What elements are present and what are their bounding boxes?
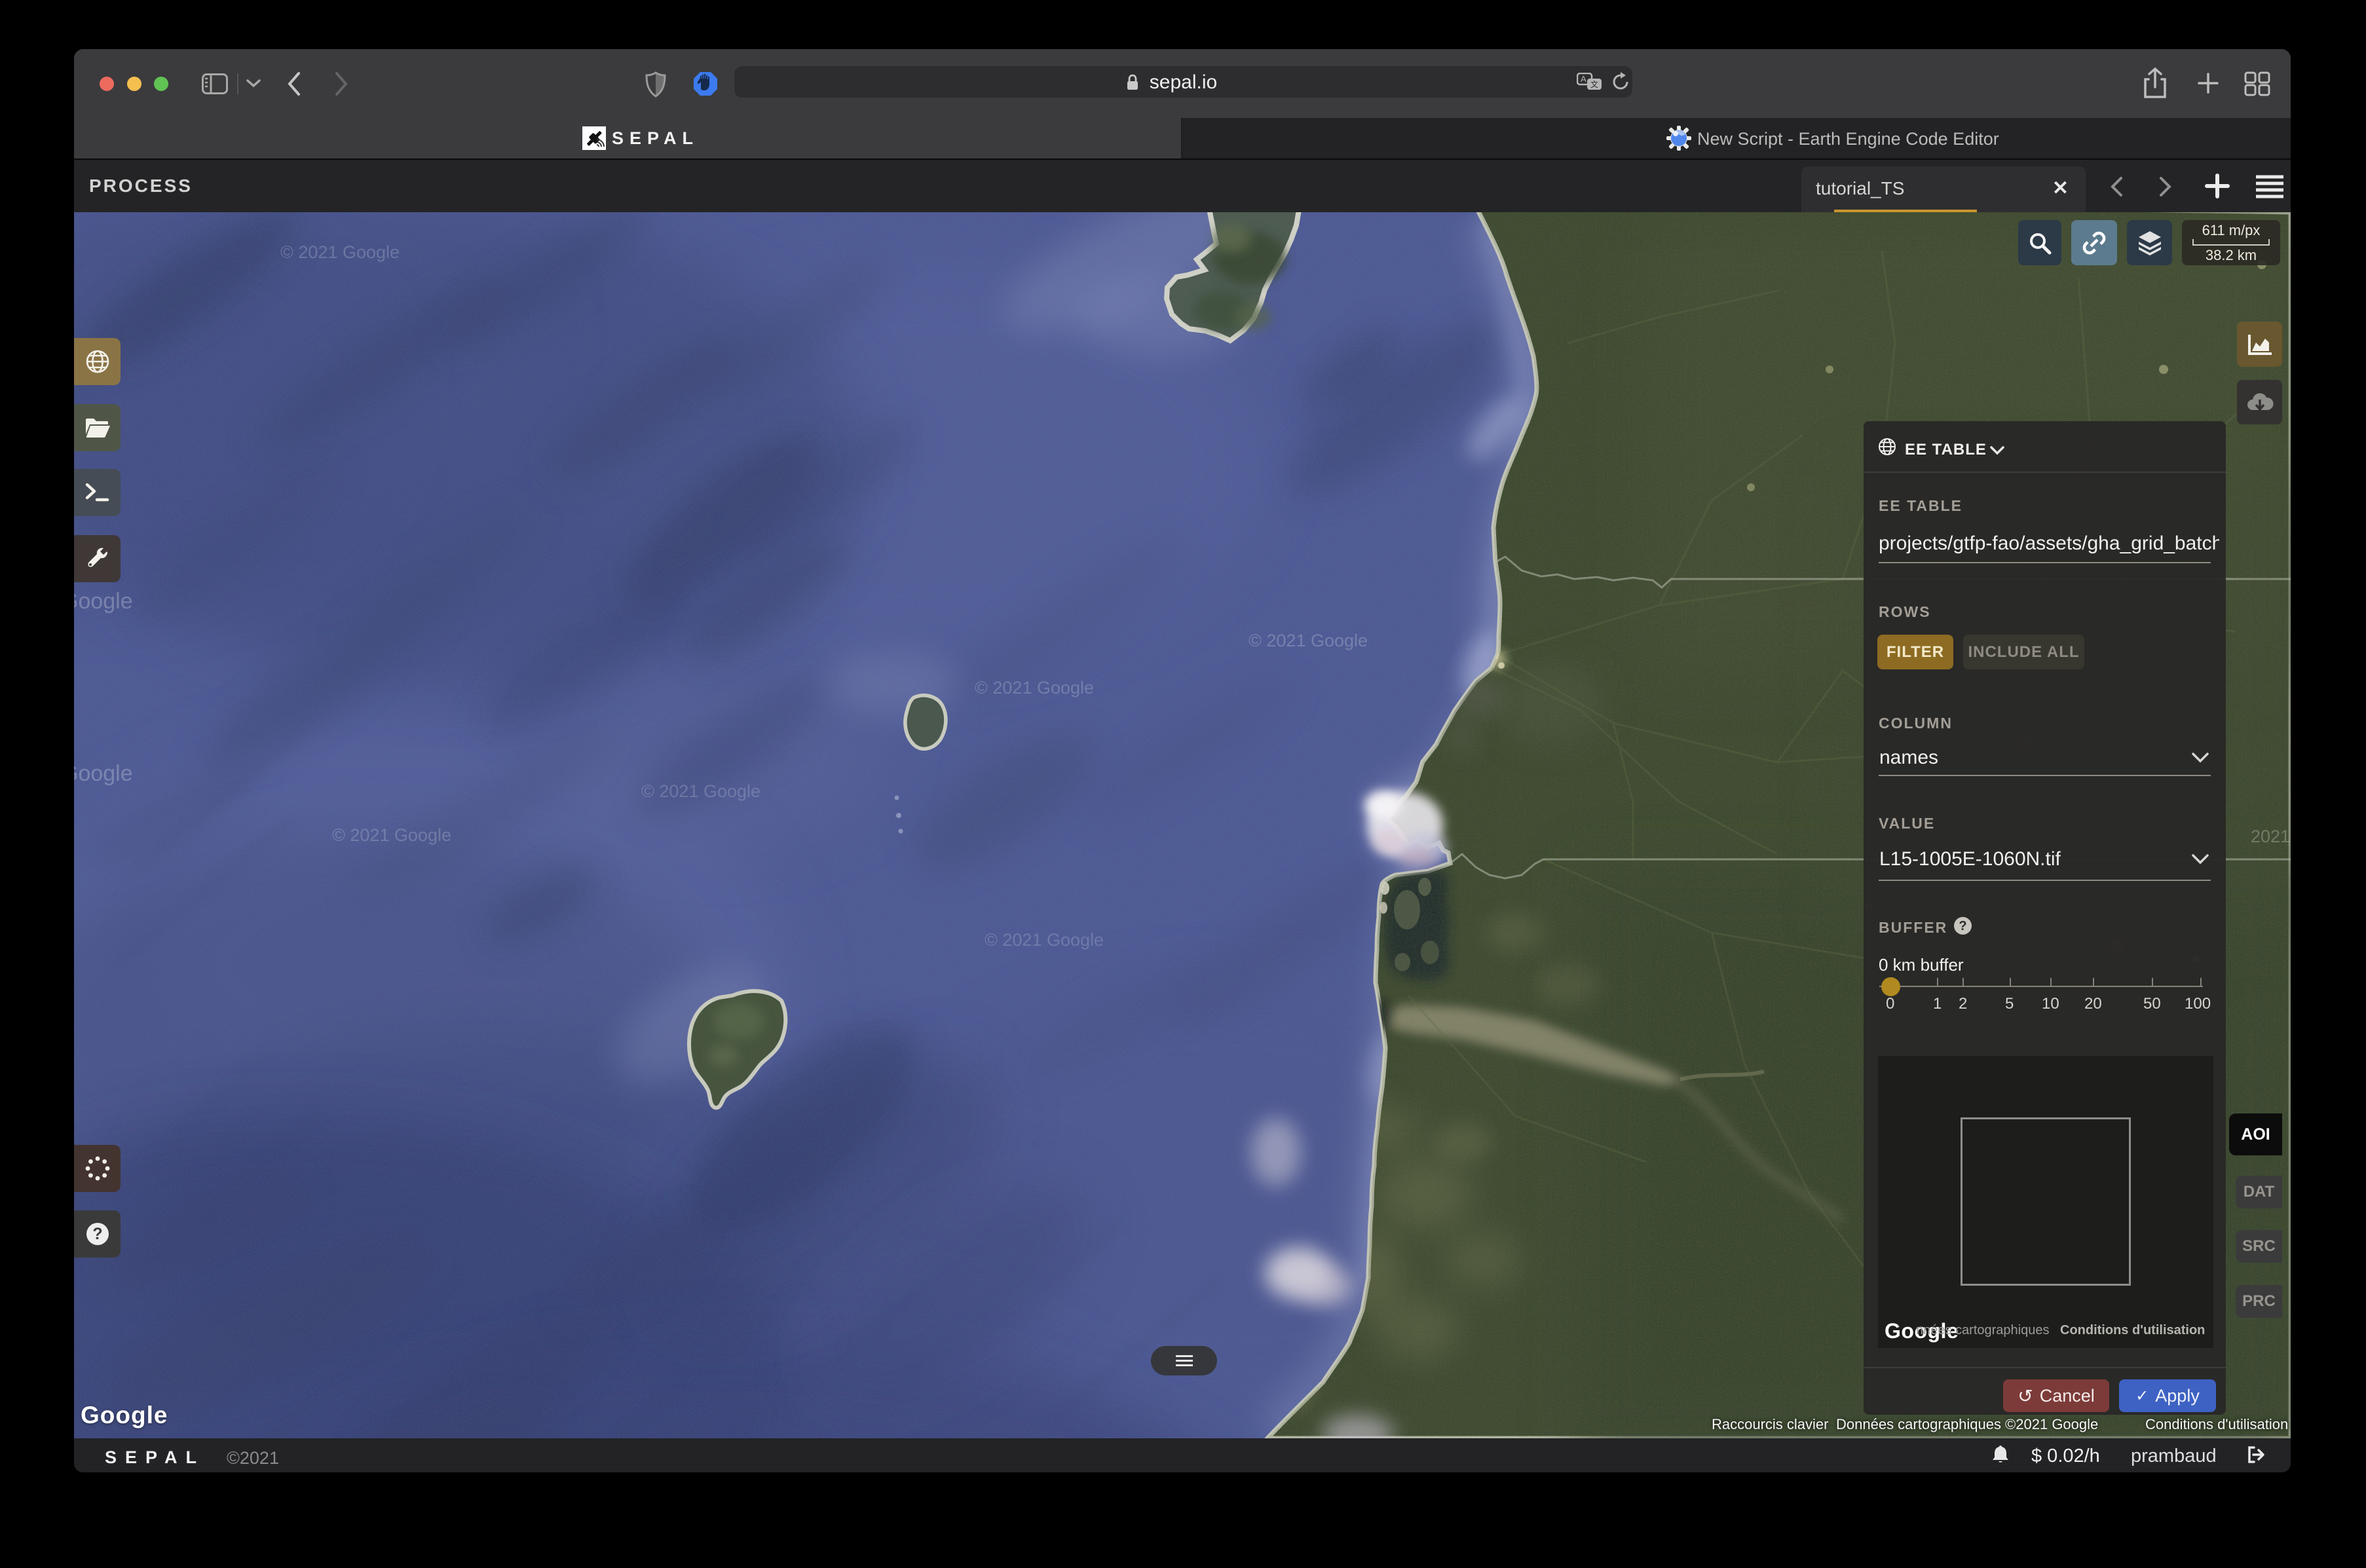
- svg-text:2021: 2021: [2251, 827, 2290, 846]
- svg-text:© 2021 Google: © 2021 Google: [1249, 631, 1368, 650]
- svg-text:Google: Google: [74, 589, 133, 614]
- svg-text:© 2021 Google: © 2021 Google: [280, 242, 400, 262]
- svg-text:Google: Google: [74, 761, 133, 786]
- svg-text:© 2021 Google: © 2021 Google: [332, 825, 451, 845]
- svg-text:?: ?: [92, 1225, 102, 1243]
- svg-text:© 2021 Google: © 2021 Google: [641, 781, 761, 801]
- svg-text:文: 文: [1590, 79, 1598, 89]
- svg-text:© 2021 Google: © 2021 Google: [975, 678, 1094, 698]
- svg-text:A: A: [1581, 74, 1587, 84]
- svg-text:© 2021 Google: © 2021 Google: [985, 930, 1104, 950]
